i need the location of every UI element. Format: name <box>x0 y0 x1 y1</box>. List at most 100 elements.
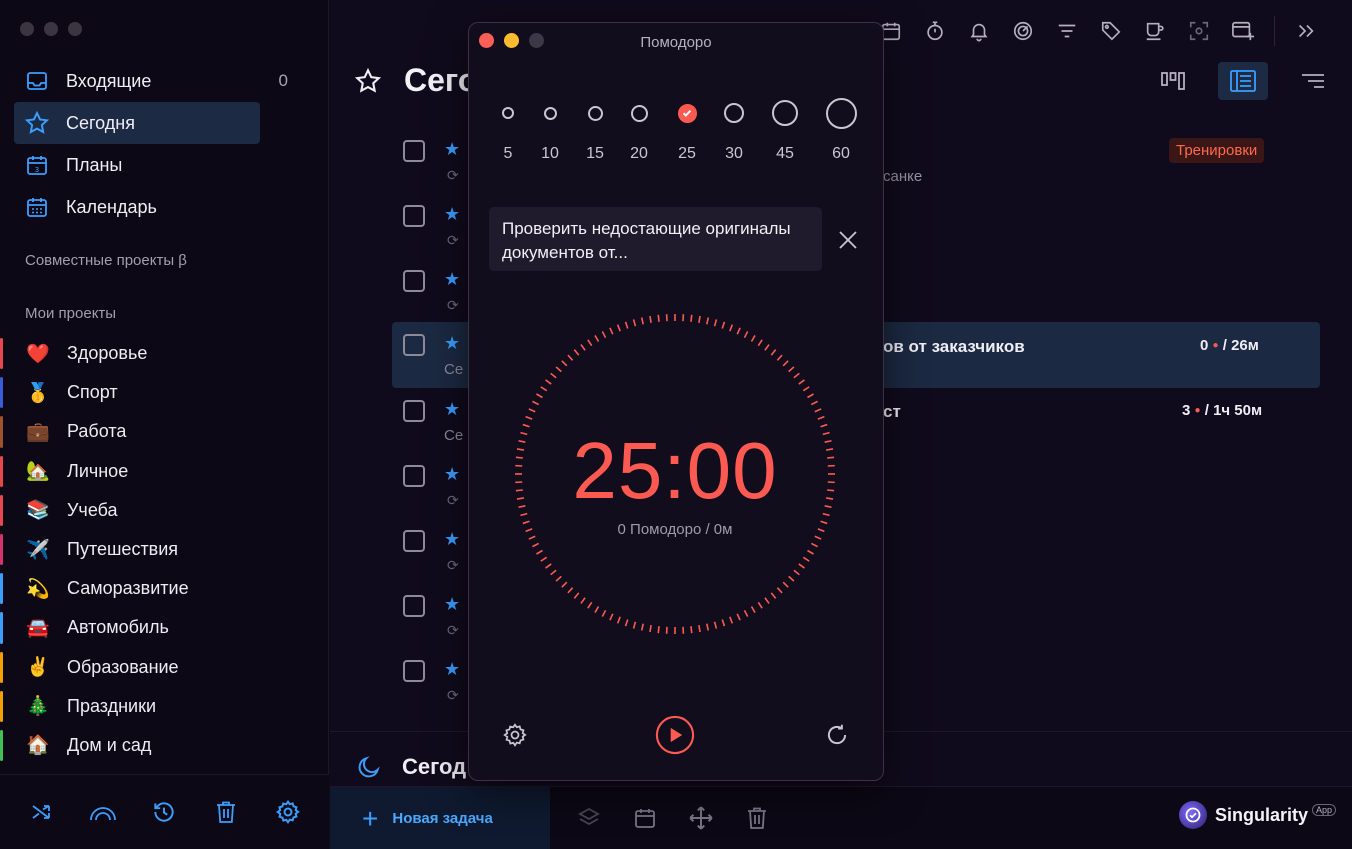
pomodoro-task[interactable]: Проверить недостающие оригиналы документ… <box>489 207 822 271</box>
duration-circle-icon <box>630 104 648 122</box>
duration-option[interactable]: 25 <box>667 95 707 162</box>
project-item[interactable]: 💫 Саморазвитие <box>0 569 329 608</box>
window-close-button[interactable] <box>20 22 34 36</box>
brand-name: Singularity <box>1214 804 1308 825</box>
trash-button[interactable] <box>211 797 241 827</box>
project-color-bar <box>0 416 3 448</box>
task-checkbox[interactable] <box>403 465 425 487</box>
timer-tick <box>555 575 562 582</box>
shared-projects-label[interactable]: Совместные проекты β <box>25 252 187 269</box>
pomodoro-titlebar: Помодоро <box>469 23 883 59</box>
task-checkbox[interactable] <box>403 140 425 162</box>
clear-task-button[interactable] <box>837 229 859 251</box>
plus-icon: + <box>362 802 379 834</box>
task-checkbox[interactable] <box>403 400 425 422</box>
task-checkbox[interactable] <box>403 205 425 227</box>
delete-button[interactable] <box>744 803 770 833</box>
timer-tick <box>814 408 822 413</box>
move-button[interactable] <box>688 803 714 833</box>
duration-option[interactable]: 60 <box>821 95 861 162</box>
rainbow-button[interactable] <box>88 797 118 827</box>
sidebar-item-today[interactable]: Сегодня <box>14 102 260 144</box>
timer-tick <box>624 619 629 627</box>
kanban-icon <box>1161 72 1185 90</box>
pomodoro-settings-button[interactable] <box>495 715 535 755</box>
duration-label: 60 <box>832 145 850 162</box>
timer-tick <box>798 563 805 569</box>
window-minimize-button[interactable] <box>44 22 58 36</box>
task-title[interactable]: ов от заказчиков <box>883 337 1025 357</box>
sidebar-item-plans[interactable]: 3 Планы <box>14 144 260 186</box>
window-zoom-button[interactable] <box>68 22 82 36</box>
play-button[interactable] <box>655 715 695 755</box>
sidebar-item-calendar[interactable]: Календарь <box>14 186 260 228</box>
project-item[interactable]: 🥇 Спорт <box>0 373 329 412</box>
priority-star-icon: ★ <box>444 269 461 289</box>
shuffle-button[interactable] <box>26 797 56 827</box>
sidebar-item-inbox[interactable]: Входящие 0 <box>14 60 288 102</box>
timer-tick <box>782 581 789 588</box>
capture-button[interactable] <box>1186 18 1212 44</box>
new-task-button[interactable]: + Новая задача <box>330 787 550 849</box>
timer-tick <box>729 616 734 624</box>
task-checkbox[interactable] <box>403 334 425 356</box>
project-item[interactable]: 📚 Учеба <box>0 491 329 530</box>
my-projects-label[interactable]: Мои проекты <box>25 305 116 322</box>
duration-option[interactable]: 5 <box>488 95 528 162</box>
add-window-button[interactable] <box>1230 18 1256 44</box>
kanban-view-button[interactable] <box>1148 62 1198 100</box>
project-item[interactable]: 🏠 Дом и сад <box>0 726 329 765</box>
break-button[interactable] <box>1142 18 1168 44</box>
duration-option[interactable]: 10 <box>530 95 570 162</box>
task-checkbox[interactable] <box>403 530 425 552</box>
project-color-bar <box>0 612 3 644</box>
shuffle-icon <box>32 805 50 819</box>
project-item[interactable]: 🏡 Личное <box>0 452 329 491</box>
task-checkbox[interactable] <box>403 595 425 617</box>
task-tag[interactable]: Тренировки <box>1169 138 1265 163</box>
timer-tick <box>561 581 568 588</box>
list-view-button[interactable] <box>1218 62 1268 100</box>
duration-option[interactable]: 15 <box>575 95 615 162</box>
focus-button[interactable] <box>1010 18 1036 44</box>
project-emoji-icon: ✌️ <box>26 657 50 679</box>
layers-button[interactable] <box>576 803 602 833</box>
project-emoji-icon: 💫 <box>26 578 50 600</box>
task-checkbox[interactable] <box>403 660 425 682</box>
priority-star-icon: ★ <box>444 333 461 353</box>
task-title[interactable]: ст <box>883 402 901 422</box>
project-item[interactable]: 🎄 Праздники <box>0 687 329 726</box>
project-item[interactable]: 💼 Работа <box>0 412 329 451</box>
project-emoji-icon: 💼 <box>26 421 50 443</box>
duration-option[interactable]: 20 <box>619 95 659 162</box>
list-icon <box>1230 70 1256 92</box>
task-checkbox[interactable] <box>403 270 425 292</box>
filter-button[interactable] <box>1054 18 1080 44</box>
tag-button[interactable] <box>1098 18 1124 44</box>
timer-tick <box>770 592 777 599</box>
timer-tick <box>540 556 548 562</box>
history-button[interactable] <box>149 797 179 827</box>
project-item[interactable]: ✈️ Путешествия <box>0 530 329 569</box>
pomodoro-window: Помодоро 5 10 15 20 25 30 45 60 Проверить недос… <box>468 22 884 781</box>
pomodoro-time: / 26м <box>1222 337 1259 354</box>
timer-tick <box>698 315 701 324</box>
project-item[interactable]: ✌️ Образование <box>0 648 329 687</box>
duration-label: 30 <box>725 145 743 162</box>
sort-button[interactable] <box>1288 62 1338 100</box>
reset-button[interactable] <box>817 715 857 755</box>
timer-tick <box>810 400 818 406</box>
timer-button[interactable] <box>922 18 948 44</box>
project-item[interactable]: ❤️ Здоровье <box>0 334 329 373</box>
project-item[interactable]: 🚘 Автомобиль <box>0 608 329 647</box>
notification-button[interactable] <box>966 18 992 44</box>
settings-button[interactable] <box>273 797 303 827</box>
duration-option[interactable]: 30 <box>714 95 754 162</box>
evening-title[interactable]: Сегод <box>402 754 466 780</box>
timer-tick <box>567 587 574 594</box>
timer-tick <box>587 601 593 609</box>
expand-button[interactable] <box>1293 18 1319 44</box>
schedule-button[interactable] <box>632 803 658 833</box>
timer-tick <box>567 354 574 361</box>
duration-option[interactable]: 45 <box>765 95 805 162</box>
